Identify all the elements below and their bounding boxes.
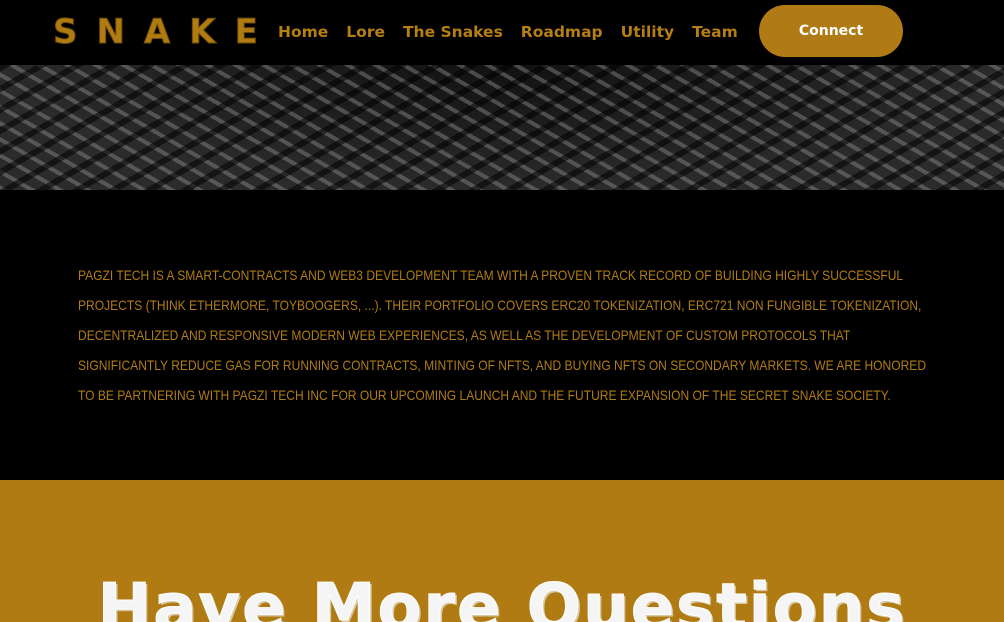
top-navbar: SNAKE Home Lore The Snakes Roadmap Utili… <box>0 0 1004 65</box>
nav-link-utility[interactable]: Utility <box>621 20 674 44</box>
nav-links: Home Lore The Snakes Roadmap Utility Tea… <box>278 20 756 44</box>
pagzi-tech-description: Pagzi Tech is a smart-contracts and web3… <box>78 267 927 403</box>
connect-wallet-button[interactable]: Connect <box>759 5 903 57</box>
questions-section: Have More Questions <box>0 480 1004 622</box>
nav-link-roadmap[interactable]: Roadmap <box>521 20 603 44</box>
nav-link-the-snakes[interactable]: The Snakes <box>403 20 503 44</box>
snake-logo[interactable]: SNAKE <box>53 13 277 52</box>
questions-heading: Have More Questions <box>97 571 907 622</box>
snake-skin-texture-banner <box>0 65 1004 190</box>
nav-link-lore[interactable]: Lore <box>346 20 385 44</box>
nav-link-home[interactable]: Home <box>278 20 328 44</box>
pagzi-tech-section: Pagzi Tech is a smart-contracts and web3… <box>0 190 1004 480</box>
nav-link-team[interactable]: Team <box>692 20 738 44</box>
